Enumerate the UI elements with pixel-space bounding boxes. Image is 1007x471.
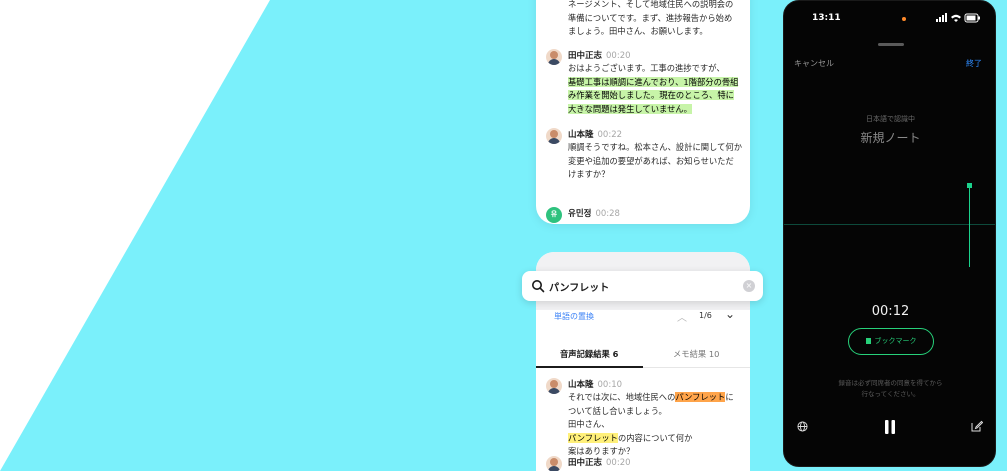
timestamp: 00:22: [597, 130, 623, 140]
cancel-button[interactable]: キャンセル: [794, 58, 834, 69]
consent-notice: 録音は必ず同席者の同意を得てから 行なってください。: [784, 378, 995, 400]
note-title: 新規ノート: [860, 131, 921, 145]
globe-icon[interactable]: [797, 421, 808, 432]
search-input[interactable]: パンフレット ×: [522, 271, 763, 301]
chevron-down-icon[interactable]: ⌄: [725, 307, 735, 321]
timestamp: 00:28: [595, 209, 620, 219]
message-line: 基礎工事は順調に進んでおり、1階部分の骨組: [568, 76, 744, 90]
timestamp: 00:10: [597, 380, 623, 390]
clear-icon[interactable]: ×: [743, 280, 755, 292]
recording-timer: 00:12: [871, 304, 910, 319]
transcript-card: ネージメント、そして地域住民への説明会の 準備についてです。まず、進捗報告から始…: [536, 0, 750, 224]
pause-icon[interactable]: [883, 419, 897, 435]
avatar: 유: [546, 207, 562, 223]
message-line: おはようございます。工事の進捗ですが、: [568, 63, 725, 73]
speaker-name: 유민정: [568, 209, 592, 219]
language-status: 日本語で認識中: [866, 115, 915, 123]
consent-line: 行なってください。: [861, 390, 920, 398]
chevron-up-icon[interactable]: ︿: [677, 309, 687, 324]
results-tabs: 音声記録結果 6 メモ結果 10: [536, 340, 750, 368]
avatar: [546, 378, 562, 394]
speaker-name: 田中正志: [568, 51, 603, 61]
tab-memo-results[interactable]: メモ結果 10: [673, 348, 719, 360]
sheet-handle[interactable]: [878, 43, 904, 46]
timestamp: 00:20: [606, 51, 631, 61]
speaker-name: 山本隆: [568, 380, 594, 390]
waveform-baseline: [784, 224, 995, 225]
edit-icon[interactable]: [971, 420, 983, 432]
highlight-current-match: パンフレット: [675, 392, 726, 402]
message-line: 田中さん、: [568, 419, 610, 430]
message-line: けますか？: [568, 169, 610, 180]
result-count: 1/6: [699, 311, 712, 320]
tab-transcript-results[interactable]: 音声記録結果 6: [560, 348, 618, 360]
avatar: [546, 128, 562, 144]
highlight-green: 大きな問題は発生していません。: [568, 103, 692, 114]
avatar: [546, 456, 562, 471]
done-button[interactable]: 終了: [966, 58, 982, 69]
message-line: 大きな問題は発生していません。: [568, 103, 744, 117]
phone-recording-screen: 13:11 キャンセル 終了 日本語で認識中 新規ノート 00:12 ブックマー…: [783, 0, 996, 467]
message-line: み作業を開始しました。現在のところ、特に: [568, 89, 744, 103]
avatar-letter: 유: [550, 210, 558, 218]
bookmark-icon: [865, 338, 871, 344]
highlight-green: 基礎工事は順調に進んでおり、1階部分の骨組: [568, 76, 739, 87]
status-icons: [936, 13, 980, 23]
active-tab-indicator: [536, 366, 643, 368]
message-line: 順調そうですね。松本さん、設計に関して何か: [568, 142, 742, 152]
avatar: [546, 49, 562, 65]
bookmark-label: ブックマーク: [874, 337, 917, 345]
intro-line: ましょう。田中さん、お願いします。: [568, 26, 708, 37]
intro-line: 準備についてです。まず、進捗報告から始め: [568, 12, 733, 23]
timestamp: 00:20: [606, 458, 631, 468]
recording-indicator-dot: [902, 17, 906, 21]
speaker-name: 山本隆: [568, 130, 594, 140]
highlight-match: パンフレット: [568, 432, 618, 443]
message-line: それでは次に、地域住民へのパンフレットに: [568, 392, 734, 402]
speaker-name: 田中正志: [568, 458, 603, 468]
message-line: ついて話し合いましょう。: [568, 405, 667, 416]
replace-word-link[interactable]: 単語の置換: [554, 311, 594, 322]
waveform-cursor: [969, 187, 970, 267]
message-line: パンフレットの内容について何か: [568, 432, 693, 443]
highlight-green: み作業を開始しました。現在のところ、特に: [568, 90, 734, 101]
intro-line: ネージメント、そして地域住民への説明会の: [568, 0, 734, 9]
message-line: 変更や追加の要望があれば、お知らせいただ: [568, 155, 734, 166]
search-query: パンフレット: [549, 283, 610, 294]
consent-line: 録音は必ず同席者の同意を得てから: [838, 379, 943, 387]
status-time: 13:11: [812, 13, 841, 23]
bookmark-button[interactable]: ブックマーク: [848, 328, 934, 355]
search-icon: [532, 280, 545, 293]
